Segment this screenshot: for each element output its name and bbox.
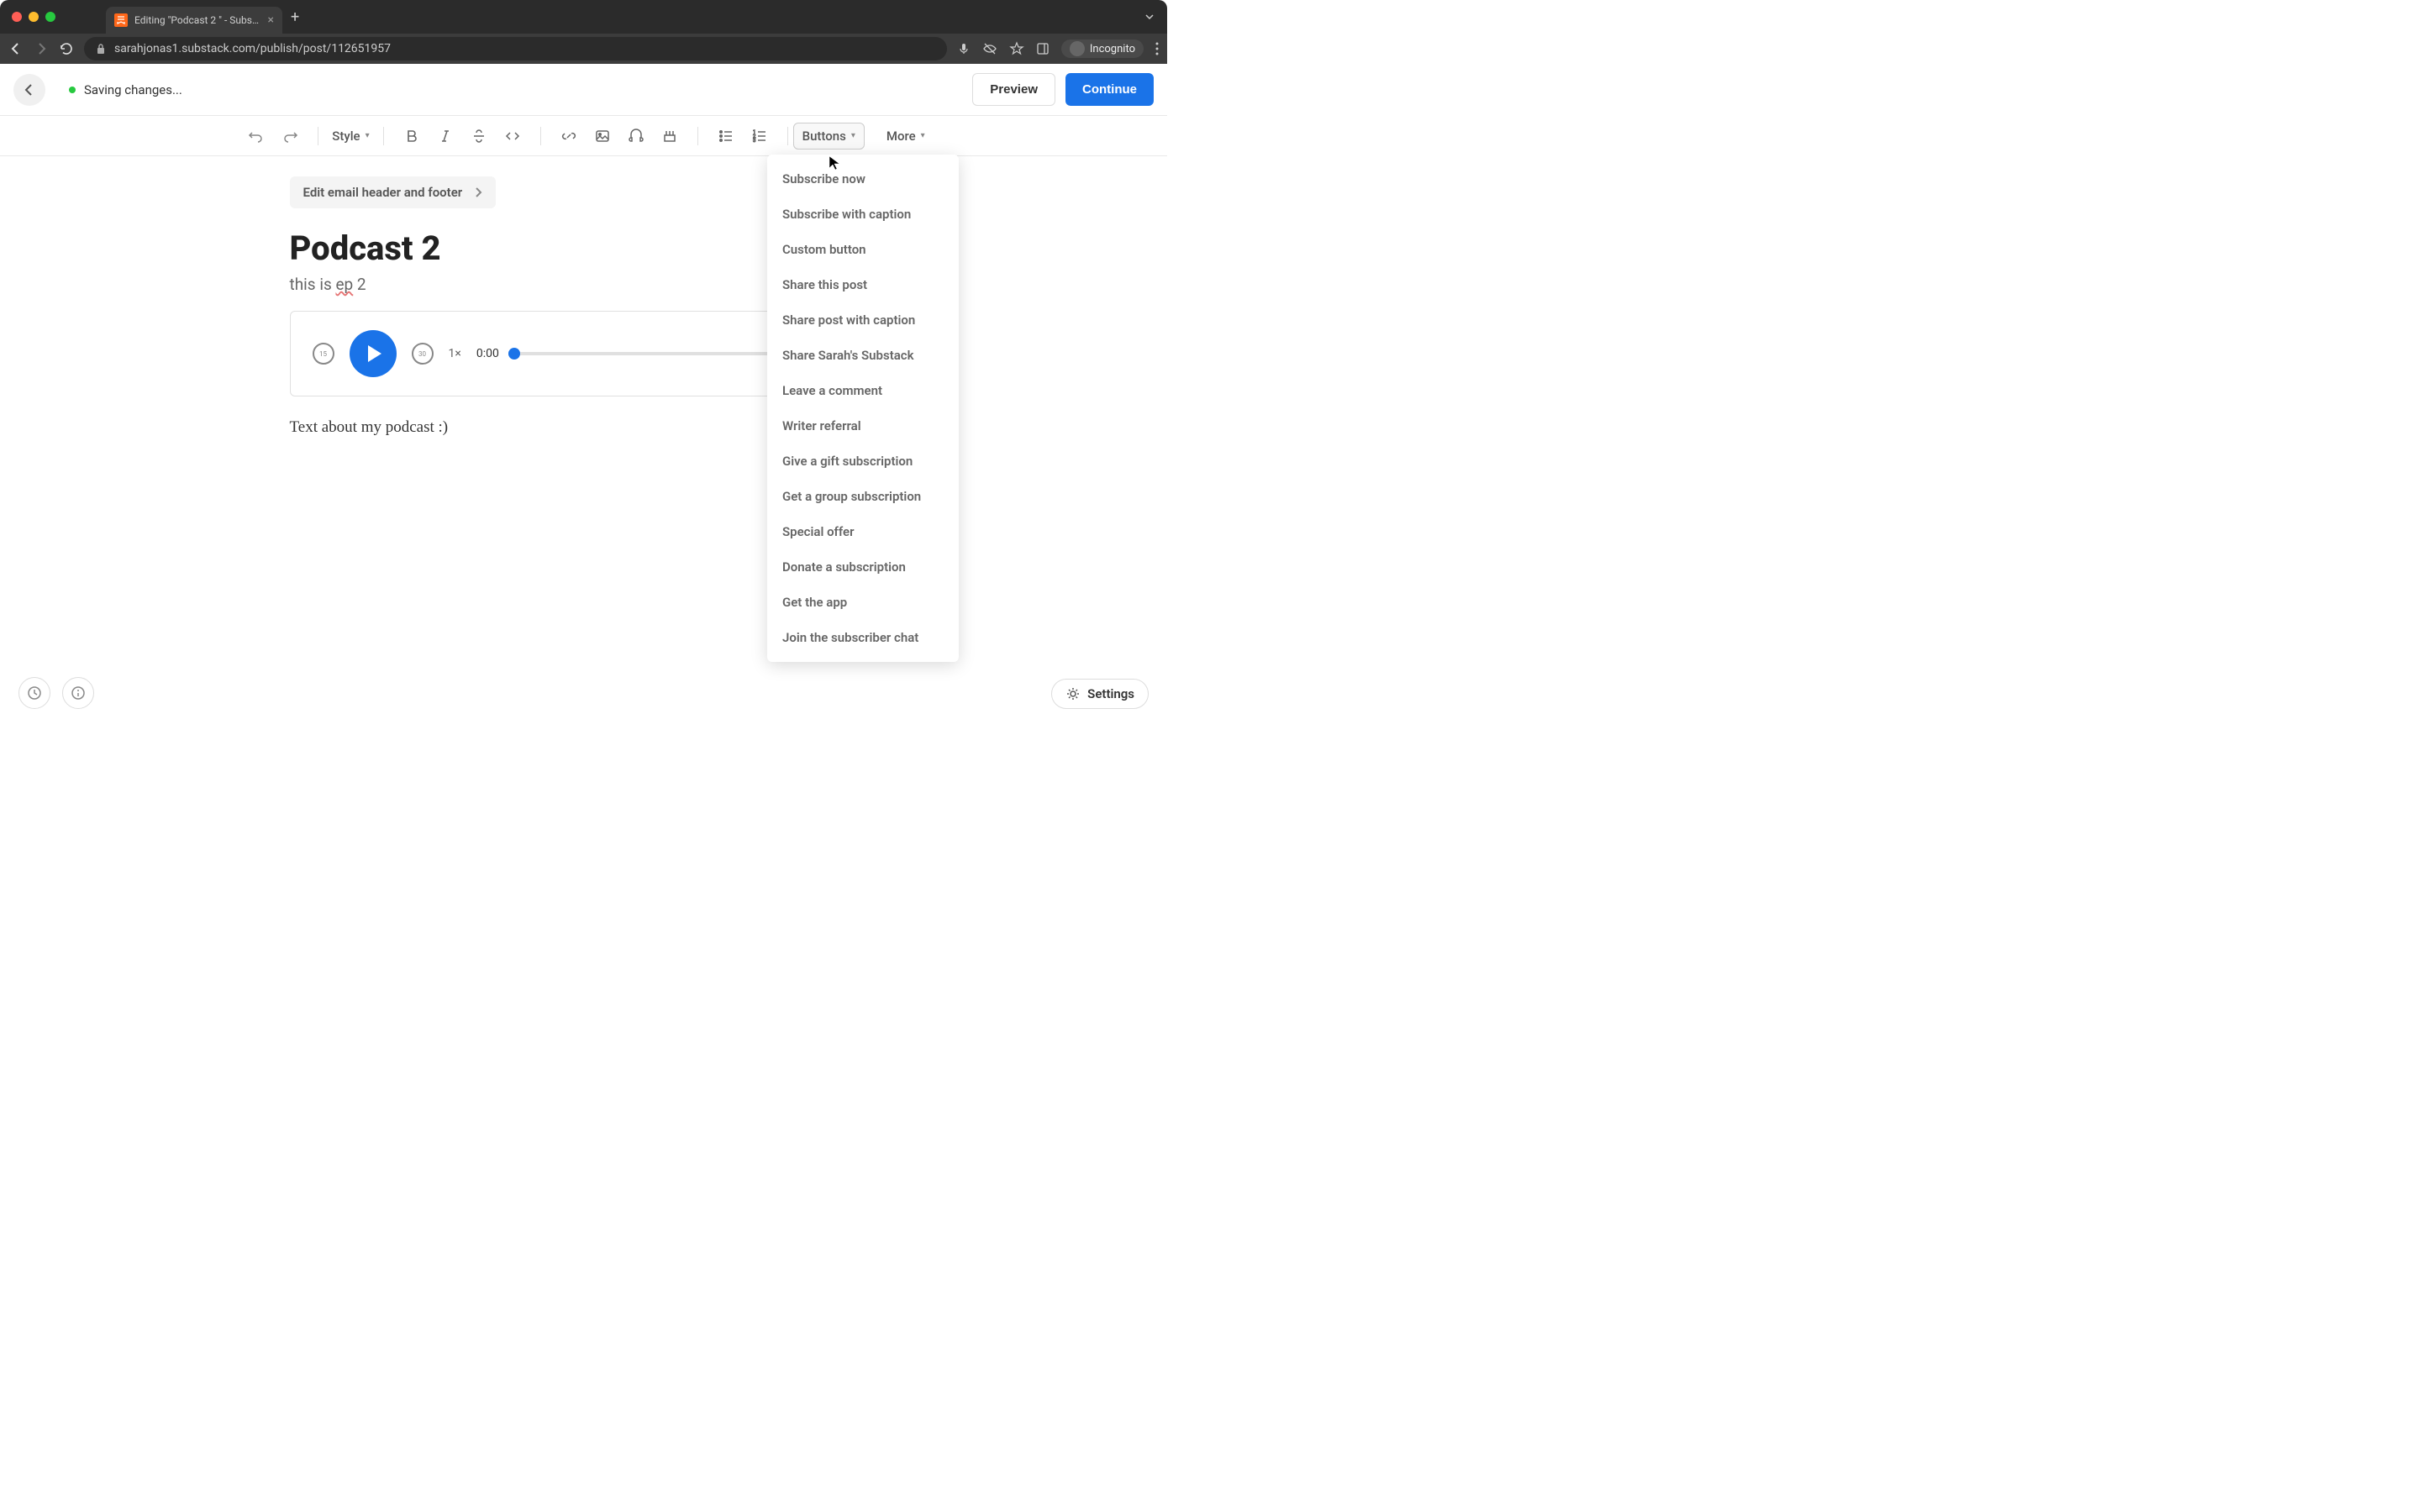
audio-button[interactable] <box>622 122 650 150</box>
style-dropdown[interactable]: Style ▾ <box>324 123 377 149</box>
bullet-list-button[interactable] <box>712 122 740 150</box>
playback-time: 0:00 <box>476 347 499 360</box>
eye-off-icon[interactable] <box>982 41 997 56</box>
browser-toolbar-right: Incognito <box>957 39 1159 58</box>
edit-email-header-button[interactable]: Edit email header and footer <box>290 176 497 208</box>
menu-item-donate-subscription[interactable]: Donate a subscription <box>767 549 959 585</box>
menu-item-give-gift-subscription[interactable]: Give a gift subscription <box>767 444 959 479</box>
url-text: sarahjonas1.substack.com/publish/post/11… <box>114 42 391 55</box>
buttons-label: Buttons <box>802 129 846 144</box>
menu-item-leave-comment[interactable]: Leave a comment <box>767 373 959 408</box>
incognito-icon <box>1070 41 1085 56</box>
incognito-label: Incognito <box>1090 43 1135 55</box>
chevron-down-icon: ▾ <box>921 131 925 140</box>
strikethrough-button[interactable] <box>465 122 493 150</box>
chevron-right-icon <box>474 186 482 198</box>
close-tab-icon[interactable]: × <box>268 13 274 27</box>
menu-item-get-group-subscription[interactable]: Get a group subscription <box>767 479 959 514</box>
image-button[interactable] <box>588 122 617 150</box>
bottom-left-controls <box>18 677 94 709</box>
mic-icon[interactable] <box>957 42 971 55</box>
style-label: Style <box>332 129 360 144</box>
menu-item-join-subscriber-chat[interactable]: Join the subscriber chat <box>767 620 959 655</box>
skip-forward-button[interactable]: 30 <box>412 343 434 365</box>
more-dropdown[interactable]: More ▾ <box>878 123 934 149</box>
star-icon[interactable] <box>1009 41 1024 56</box>
buttons-dropdown[interactable]: Buttons ▾ <box>793 123 865 150</box>
play-button[interactable] <box>350 330 397 377</box>
menu-item-subscribe-with-caption[interactable]: Subscribe with caption <box>767 197 959 232</box>
traffic-lights <box>12 12 55 22</box>
window-close-button[interactable] <box>12 12 22 22</box>
continue-button[interactable]: Continue <box>1065 73 1154 106</box>
forward-button[interactable] <box>34 41 49 56</box>
menu-item-writer-referral[interactable]: Writer referral <box>767 408 959 444</box>
browser-toolbar: sarahjonas1.substack.com/publish/post/11… <box>0 34 1167 64</box>
kebab-menu-icon[interactable] <box>1155 42 1159 55</box>
app-back-button[interactable] <box>13 74 45 106</box>
svg-text:3: 3 <box>753 138 755 144</box>
menu-item-custom-button[interactable]: Custom button <box>767 232 959 267</box>
link-button[interactable] <box>555 122 583 150</box>
playback-speed[interactable]: 1× <box>449 347 461 360</box>
menu-item-get-the-app[interactable]: Get the app <box>767 585 959 620</box>
chevron-down-icon: ▾ <box>366 131 370 140</box>
more-label: More <box>886 129 916 144</box>
window-minimize-button[interactable] <box>29 12 39 22</box>
save-status: Saving changes... <box>69 82 182 97</box>
history-button[interactable] <box>18 677 50 709</box>
undo-button[interactable] <box>242 122 271 150</box>
skip-back-button[interactable]: 15 <box>313 343 334 365</box>
edit-email-header-label: Edit email header and footer <box>303 185 463 200</box>
preview-button[interactable]: Preview <box>972 73 1055 106</box>
menu-item-subscribe-now[interactable]: Subscribe now <box>767 161 959 197</box>
code-button[interactable] <box>498 122 527 150</box>
address-bar[interactable]: sarahjonas1.substack.com/publish/post/11… <box>84 37 947 60</box>
app-header: Saving changes... Preview Continue <box>0 64 1167 116</box>
browser-titlebar: Editing "Podcast 2 " - Substac × + <box>0 0 1167 34</box>
bold-button[interactable] <box>397 122 426 150</box>
menu-item-share-this-post[interactable]: Share this post <box>767 267 959 302</box>
video-button[interactable] <box>655 122 684 150</box>
menu-item-share-post-with-caption[interactable]: Share post with caption <box>767 302 959 338</box>
tab-bar: Editing "Podcast 2 " - Substac × + <box>106 0 299 34</box>
editor-toolbar: Style ▾ 123 Buttons ▾ More ▾ <box>0 116 1167 156</box>
play-icon <box>368 345 381 362</box>
substack-favicon <box>114 13 128 27</box>
redo-button[interactable] <box>276 122 304 150</box>
panel-icon[interactable] <box>1036 42 1050 55</box>
reload-button[interactable] <box>59 41 74 56</box>
menu-item-special-offer[interactable]: Special offer <box>767 514 959 549</box>
save-status-dot <box>69 87 76 93</box>
buttons-dropdown-menu: Subscribe now Subscribe with caption Cus… <box>767 155 959 662</box>
settings-button[interactable]: Settings <box>1051 679 1149 709</box>
editor-content: Edit email header and footer Podcast 2 t… <box>0 156 1167 457</box>
window-maximize-button[interactable] <box>45 12 55 22</box>
chevron-down-icon: ▾ <box>851 131 855 140</box>
mouse-cursor <box>829 155 840 171</box>
tabs-chevron-icon[interactable] <box>1144 11 1155 23</box>
progress-thumb[interactable] <box>508 348 520 360</box>
numbered-list-button[interactable]: 123 <box>745 122 774 150</box>
settings-label: Settings <box>1087 686 1134 701</box>
gear-icon <box>1065 686 1081 701</box>
new-tab-button[interactable]: + <box>291 8 299 26</box>
incognito-badge[interactable]: Incognito <box>1061 39 1144 58</box>
italic-button[interactable] <box>431 122 460 150</box>
lock-icon <box>96 43 106 55</box>
back-button[interactable] <box>8 41 24 56</box>
save-status-text: Saving changes... <box>84 82 182 97</box>
info-button[interactable] <box>62 677 94 709</box>
tab-title: Editing "Podcast 2 " - Substac <box>134 14 261 26</box>
spellcheck-word: ep <box>335 275 353 294</box>
menu-item-share-sarahs-substack[interactable]: Share Sarah's Substack <box>767 338 959 373</box>
browser-tab[interactable]: Editing "Podcast 2 " - Substac × <box>106 7 282 34</box>
